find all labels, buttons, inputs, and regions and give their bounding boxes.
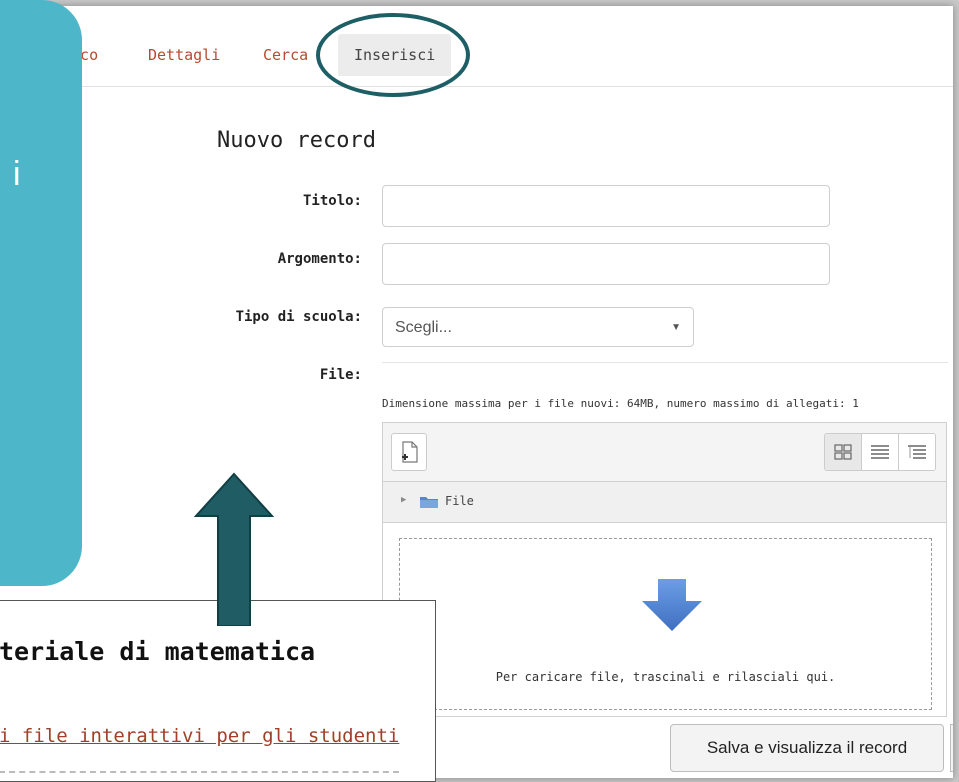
file-limits-text: Dimensione massima per i file nuovi: 64M… [382, 397, 859, 410]
grid-view-icon [834, 444, 852, 460]
callout-link[interactable]: i file interattivi per gli studenti [0, 725, 399, 747]
tipo-scuola-value: Scegli... [395, 319, 452, 336]
tab-dettagli[interactable]: Dettagli [144, 34, 224, 76]
titolo-input[interactable] [382, 185, 830, 227]
callout-title: teriale di matematica [0, 637, 316, 666]
divider [382, 362, 948, 363]
tree-view-icon [908, 445, 926, 459]
add-file-button[interactable] [391, 433, 427, 471]
file-label: File: [319, 367, 362, 383]
titolo-label: Titolo: [302, 193, 362, 209]
file-manager-toolbar [383, 423, 946, 482]
tipo-scuola-label: Tipo di scuola: [235, 309, 362, 325]
drop-zone[interactable]: Per caricare file, trascinali e rilascia… [399, 538, 932, 710]
tab-cerca[interactable]: Cerca [259, 34, 312, 76]
argomento-input[interactable] [382, 243, 830, 285]
path-folder-link[interactable]: File [445, 494, 474, 508]
file-manager: ▶ File Per caricare file, trascinali e r… [382, 422, 947, 717]
panel-text: i [13, 155, 21, 193]
caret-right-icon: ▶ [401, 495, 407, 505]
view-mode-group [824, 433, 936, 471]
drop-zone-text: Per caricare file, trascinali e rilascia… [495, 670, 836, 684]
download-arrow-icon [642, 579, 702, 631]
cancel-button-edge[interactable] [950, 724, 953, 772]
up-arrow-icon [193, 472, 275, 626]
grid-view-button[interactable] [825, 434, 862, 470]
chevron-down-icon: ▼ [671, 322, 681, 333]
list-view-button[interactable] [862, 434, 899, 470]
tipo-scuola-select[interactable]: Scegli... ▼ [382, 307, 694, 347]
argomento-label: Argomento: [277, 251, 362, 267]
teal-side-panel: i [0, 0, 82, 586]
callout-box: teriale di matematica i file interattivi… [0, 600, 436, 782]
save-and-view-button[interactable]: Salva e visualizza il record [670, 724, 944, 772]
file-path-bar: ▶ File [383, 482, 946, 523]
list-view-icon [871, 445, 889, 459]
page-title: Nuovo record [217, 128, 376, 153]
callout-divider [0, 771, 399, 773]
folder-icon [420, 497, 438, 508]
tree-view-button[interactable] [899, 434, 935, 470]
tab-bar: enco Dettagli Cerca Inserisci [0, 6, 953, 87]
add-file-icon [402, 441, 418, 463]
highlight-circle [316, 13, 470, 97]
